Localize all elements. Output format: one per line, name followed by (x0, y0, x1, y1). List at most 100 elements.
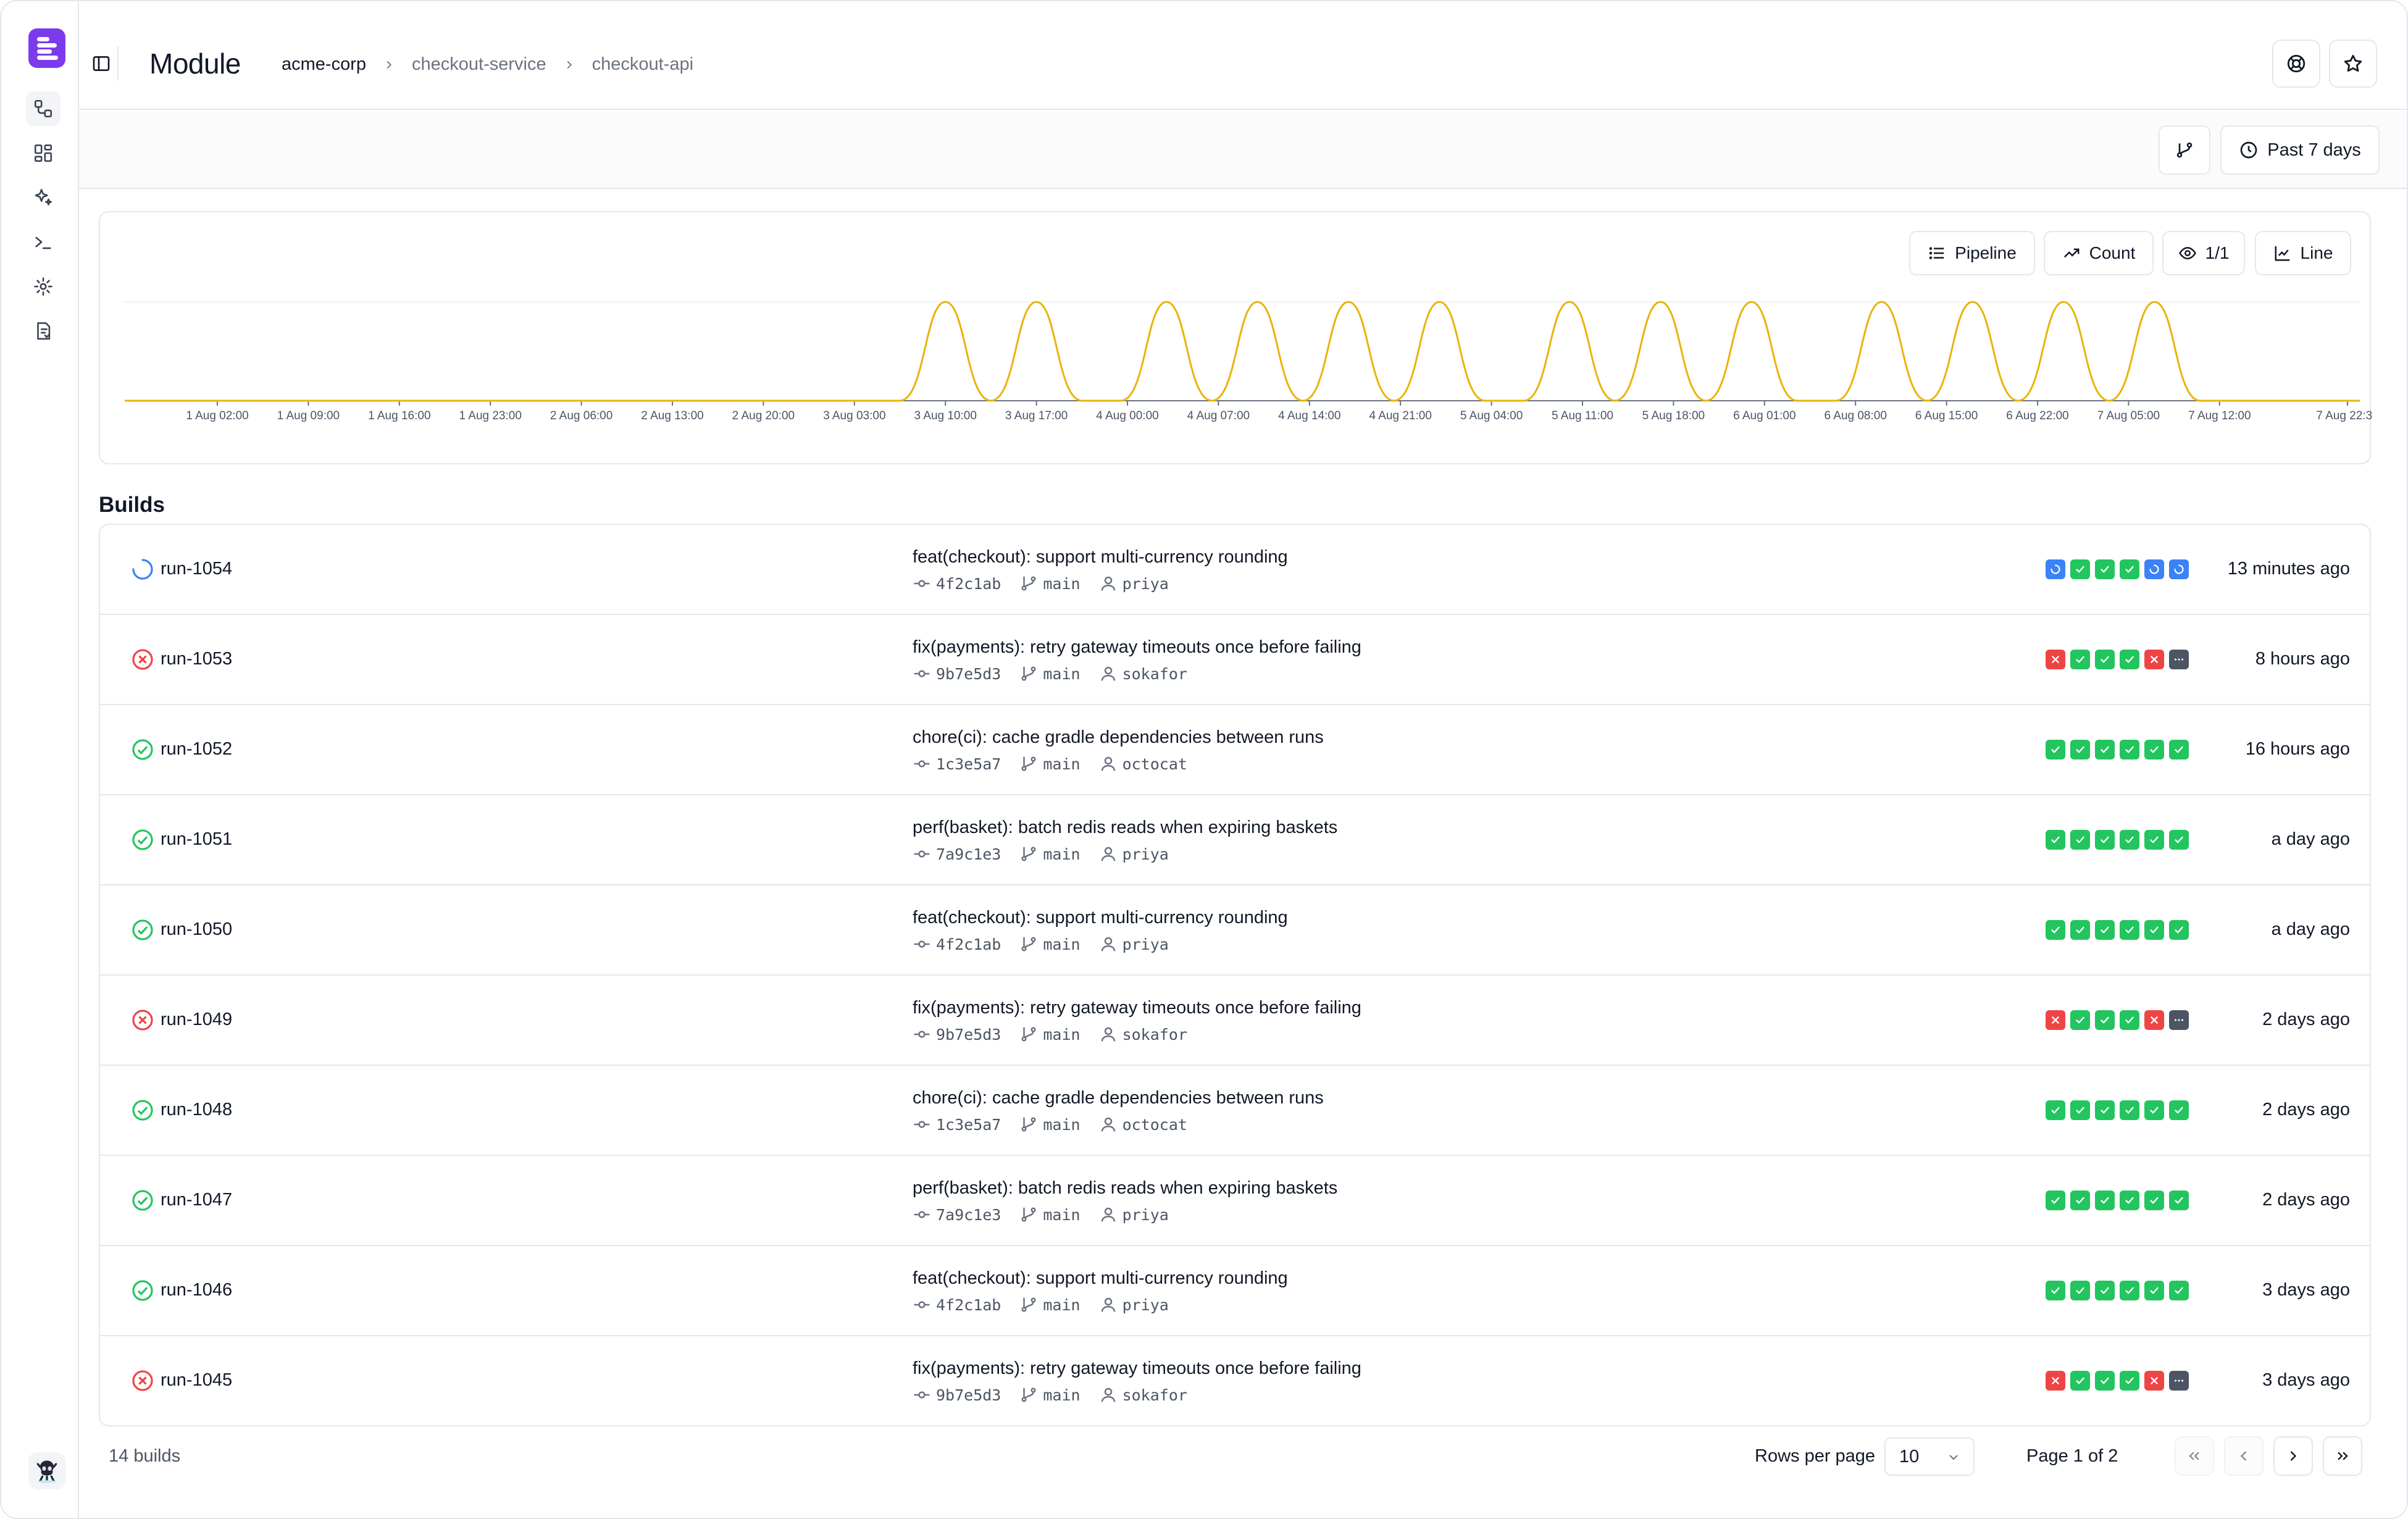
run-id-link[interactable]: run-1053 (161, 649, 232, 669)
build-row[interactable]: run-1053 fix(payments): retry gateway tim… (100, 615, 2370, 705)
step-status-success[interactable] (2095, 830, 2115, 850)
commit-branch[interactable]: main (1019, 1115, 1081, 1134)
step-status-success[interactable] (2070, 740, 2090, 760)
step-status-failed[interactable] (2144, 650, 2164, 669)
run-id-link[interactable]: run-1048 (161, 1100, 232, 1120)
step-status-success[interactable] (2120, 830, 2139, 850)
sidebar-item-terminal[interactable] (26, 225, 61, 259)
avatar[interactable] (28, 1452, 65, 1489)
step-status-success[interactable] (2095, 920, 2115, 940)
commit-sha[interactable]: 1c3e5a7 (913, 755, 1001, 773)
help-button[interactable] (2272, 40, 2320, 88)
step-status-success[interactable] (2120, 1371, 2139, 1391)
run-id-link[interactable]: run-1054 (161, 559, 232, 579)
breadcrumb-item-service[interactable]: checkout-service (412, 54, 546, 75)
step-status-success[interactable] (2070, 920, 2090, 940)
step-status-success[interactable] (2095, 1100, 2115, 1120)
step-status-success[interactable] (2120, 1100, 2139, 1120)
step-status-success[interactable] (2095, 559, 2115, 579)
step-status-success[interactable] (2120, 740, 2139, 760)
step-status-success[interactable] (2070, 650, 2090, 669)
build-row[interactable]: run-1051 perf(basket): batch redis reads … (100, 795, 2370, 885)
step-status-success[interactable] (2046, 1191, 2065, 1210)
commit-author[interactable]: sokafor (1099, 1386, 1187, 1404)
step-status-success[interactable] (2169, 830, 2189, 850)
commit-branch[interactable]: main (1019, 1295, 1081, 1314)
commit-sha[interactable]: 4f2c1ab (913, 574, 1001, 593)
build-row[interactable]: run-1049 fix(payments): retry gateway tim… (100, 976, 2370, 1066)
step-status-running[interactable] (2169, 559, 2189, 579)
commit-branch[interactable]: main (1019, 664, 1081, 683)
breadcrumb-item-org[interactable]: acme-corp (282, 54, 366, 75)
step-status-success[interactable] (2095, 740, 2115, 760)
step-status-success[interactable] (2144, 740, 2164, 760)
step-status-success[interactable] (2095, 650, 2115, 669)
commit-author[interactable]: sokafor (1099, 664, 1187, 683)
step-status-running[interactable] (2144, 559, 2164, 579)
step-status-skipped[interactable] (2169, 1371, 2189, 1391)
commit-branch[interactable]: main (1019, 845, 1081, 863)
step-status-success[interactable] (2046, 1281, 2065, 1300)
step-status-success[interactable] (2120, 650, 2139, 669)
previous-page-button[interactable] (2224, 1436, 2264, 1476)
run-id-link[interactable]: run-1049 (161, 1010, 232, 1030)
step-status-success[interactable] (2070, 1010, 2090, 1030)
sidebar-toggle-button[interactable] (91, 46, 119, 81)
step-status-skipped[interactable] (2169, 650, 2189, 669)
commit-sha[interactable]: 1c3e5a7 (913, 1115, 1001, 1134)
rows-per-page-select[interactable]: 10 (1884, 1437, 1975, 1476)
step-status-failed[interactable] (2046, 650, 2065, 669)
step-status-success[interactable] (2046, 920, 2065, 940)
commit-author[interactable]: octocat (1099, 755, 1187, 773)
step-status-success[interactable] (2120, 559, 2139, 579)
build-row[interactable]: run-1048 chore(ci): cache gradle dependen… (100, 1066, 2370, 1156)
commit-branch[interactable]: main (1019, 935, 1081, 953)
run-id-link[interactable]: run-1046 (161, 1280, 232, 1300)
sidebar-item-dashboard[interactable] (26, 136, 61, 170)
commit-author[interactable]: priya (1099, 1205, 1169, 1224)
app-logo[interactable] (28, 28, 65, 68)
next-page-button[interactable] (2273, 1436, 2313, 1476)
commit-sha[interactable]: 9b7e5d3 (913, 1386, 1001, 1404)
step-status-success[interactable] (2070, 1191, 2090, 1210)
step-status-success[interactable] (2144, 1281, 2164, 1300)
favorite-button[interactable] (2329, 40, 2377, 88)
run-id-link[interactable]: run-1052 (161, 739, 232, 760)
step-status-success[interactable] (2144, 1100, 2164, 1120)
step-status-success[interactable] (2070, 830, 2090, 850)
step-status-success[interactable] (2169, 1191, 2189, 1210)
step-status-success[interactable] (2070, 1371, 2090, 1391)
branch-filter-button[interactable] (2159, 125, 2210, 175)
first-page-button[interactable] (2175, 1436, 2214, 1476)
commit-sha[interactable]: 4f2c1ab (913, 1295, 1001, 1314)
step-status-failed[interactable] (2144, 1010, 2164, 1030)
commit-sha[interactable]: 7a9c1e3 (913, 845, 1001, 863)
step-status-success[interactable] (2095, 1281, 2115, 1300)
commit-branch[interactable]: main (1019, 755, 1081, 773)
run-id-link[interactable]: run-1051 (161, 829, 232, 850)
step-status-success[interactable] (2046, 830, 2065, 850)
step-status-failed[interactable] (2144, 1371, 2164, 1391)
step-status-failed[interactable] (2046, 1010, 2065, 1030)
step-status-success[interactable] (2144, 830, 2164, 850)
step-status-success[interactable] (2095, 1010, 2115, 1030)
commit-author[interactable]: priya (1099, 935, 1169, 953)
step-status-success[interactable] (2120, 920, 2139, 940)
commit-sha[interactable]: 9b7e5d3 (913, 664, 1001, 683)
step-status-success[interactable] (2046, 1100, 2065, 1120)
step-status-failed[interactable] (2046, 1371, 2065, 1391)
build-row[interactable]: run-1045 fix(payments): retry gateway tim… (100, 1336, 2370, 1425)
commit-sha[interactable]: 4f2c1ab (913, 935, 1001, 953)
commit-branch[interactable]: main (1019, 1025, 1081, 1044)
step-status-success[interactable] (2046, 740, 2065, 760)
step-status-running[interactable] (2046, 559, 2065, 579)
step-status-success[interactable] (2095, 1191, 2115, 1210)
step-status-success[interactable] (2169, 1100, 2189, 1120)
build-row[interactable]: run-1046 feat(checkout): support multi-cu… (100, 1246, 2370, 1336)
build-row[interactable]: run-1054 feat(checkout): support multi-cu… (100, 525, 2370, 615)
step-status-success[interactable] (2169, 740, 2189, 760)
step-status-skipped[interactable] (2169, 1010, 2189, 1030)
step-status-success[interactable] (2070, 559, 2090, 579)
commit-branch[interactable]: main (1019, 574, 1081, 593)
step-status-success[interactable] (2120, 1281, 2139, 1300)
